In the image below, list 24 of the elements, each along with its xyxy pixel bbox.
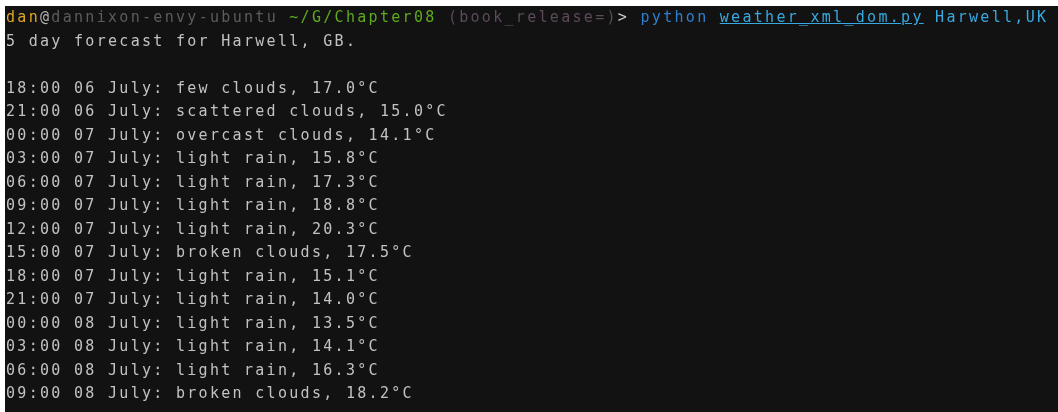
file-link[interactable]: weather_xml_dom.py	[719, 8, 924, 26]
forecast-line: 00:00 07 July: overcast clouds, 14.1°C	[6, 124, 438, 146]
forecast-line: 18:00 06 July: few clouds, 17.0°C	[6, 77, 381, 99]
forecast-line: 15:00 07 July: broken clouds, 17.5°C	[6, 242, 415, 263]
forecast-line: 06:00 07 July: light rain, 17.3°C	[6, 171, 381, 193]
forecast-line: 03:00 08 July: light rain, 14.1°C	[6, 336, 381, 357]
forecast-line: 00:00 08 July: light rain, 13.5°C	[6, 312, 381, 334]
prompt-symbol: >	[617, 8, 630, 26]
forecast-line: 03:00 07 July: light rain, 15.8°C	[6, 148, 381, 169]
forecast-line: 09:00 08 July: broken clouds, 18.2°C	[6, 383, 415, 404]
prompt-cwd: ~/G/Chapter08	[289, 8, 437, 26]
prompt-command: python	[640, 8, 709, 26]
prompt-host: dannixon-envy-ubuntu	[51, 8, 278, 26]
prompt-at: @	[40, 8, 52, 26]
prompt-branch: (book_release=)	[447, 8, 618, 26]
prompt-args: Harwell,UK	[935, 8, 1049, 26]
prompt-user: dan	[6, 8, 40, 26]
forecast-line: 21:00 07 July: light rain, 14.0°C	[6, 289, 381, 310]
output-line: 5 day forecast for Harwell, GB.	[6, 30, 359, 52]
forecast-line: 06:00 08 July: light rain, 16.3°C	[6, 359, 381, 381]
forecast-line: 12:00 07 July: light rain, 20.3°C	[6, 218, 381, 240]
forecast-line: 09:00 07 July: light rain, 18.8°C	[6, 195, 381, 216]
forecast-line: 18:00 07 July: light rain, 15.1°C	[6, 265, 381, 287]
forecast-line: 21:00 06 July: scattered clouds, 15.0°C	[6, 101, 449, 122]
